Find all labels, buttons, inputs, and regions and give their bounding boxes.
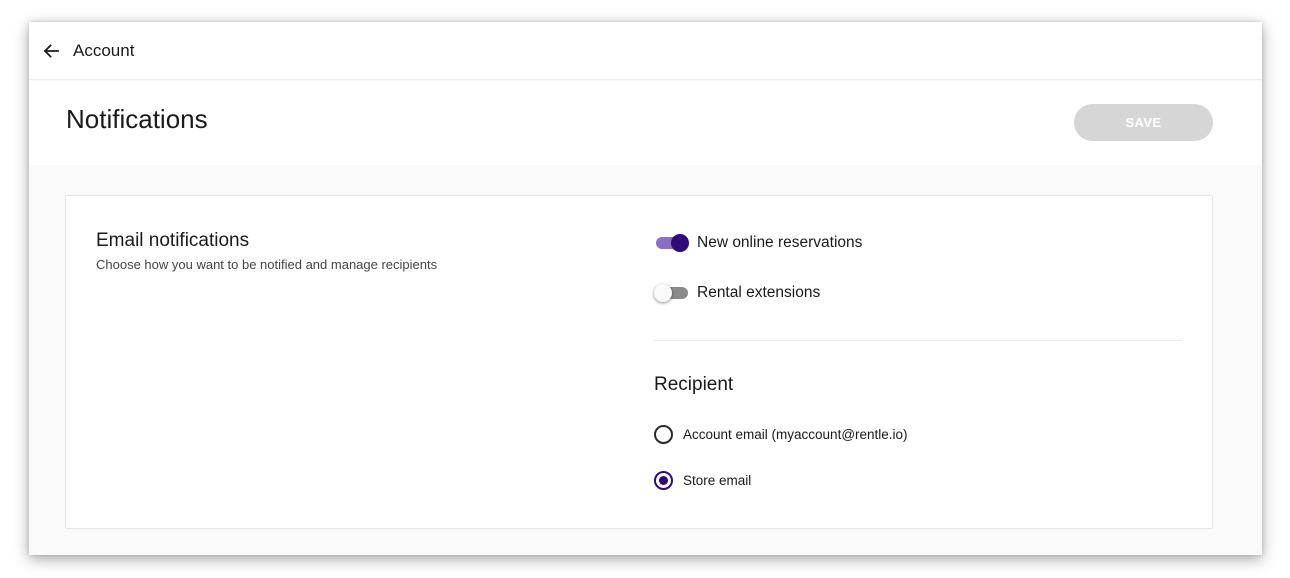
- toggle-row-new-online-reservations: New online reservations: [654, 231, 862, 255]
- radio-unchecked[interactable]: [654, 424, 673, 444]
- back-link-label[interactable]: Account: [73, 41, 134, 61]
- toggle-label: New online reservations: [697, 234, 863, 251]
- back-button[interactable]: [41, 41, 61, 61]
- section-description: Choose how you want to be notified and m…: [96, 257, 438, 272]
- page-title: Notifications: [66, 104, 208, 134]
- top-bar: Account: [29, 22, 1262, 80]
- toggle-thumb: [654, 284, 672, 302]
- save-button[interactable]: SAVE: [1074, 104, 1213, 141]
- new-online-reservations-toggle[interactable]: [654, 231, 690, 255]
- radio-label: Account email (myaccount@rentle.io): [683, 426, 908, 442]
- toggle-row-rental-extensions: Rental extensions: [654, 281, 820, 305]
- recipient-option-store-email[interactable]: Store email: [654, 470, 751, 490]
- section-title: Email notifications: [96, 230, 250, 251]
- divider: [654, 340, 1182, 341]
- notifications-window: Account Notifications SAVE Email notific…: [29, 22, 1262, 555]
- recipient-title: Recipient: [654, 374, 734, 395]
- page-header: Notifications SAVE: [29, 81, 1262, 165]
- toggle-label: Rental extensions: [697, 284, 821, 301]
- rental-extensions-toggle[interactable]: [654, 281, 690, 305]
- toggle-thumb: [671, 234, 689, 252]
- recipient-option-account-email[interactable]: Account email (myaccount@rentle.io): [654, 424, 908, 444]
- email-notifications-card: Email notifications Choose how you want …: [65, 195, 1213, 529]
- radio-label: Store email: [683, 472, 752, 488]
- arrow-left-icon: [43, 44, 59, 58]
- radio-checked[interactable]: [654, 470, 673, 490]
